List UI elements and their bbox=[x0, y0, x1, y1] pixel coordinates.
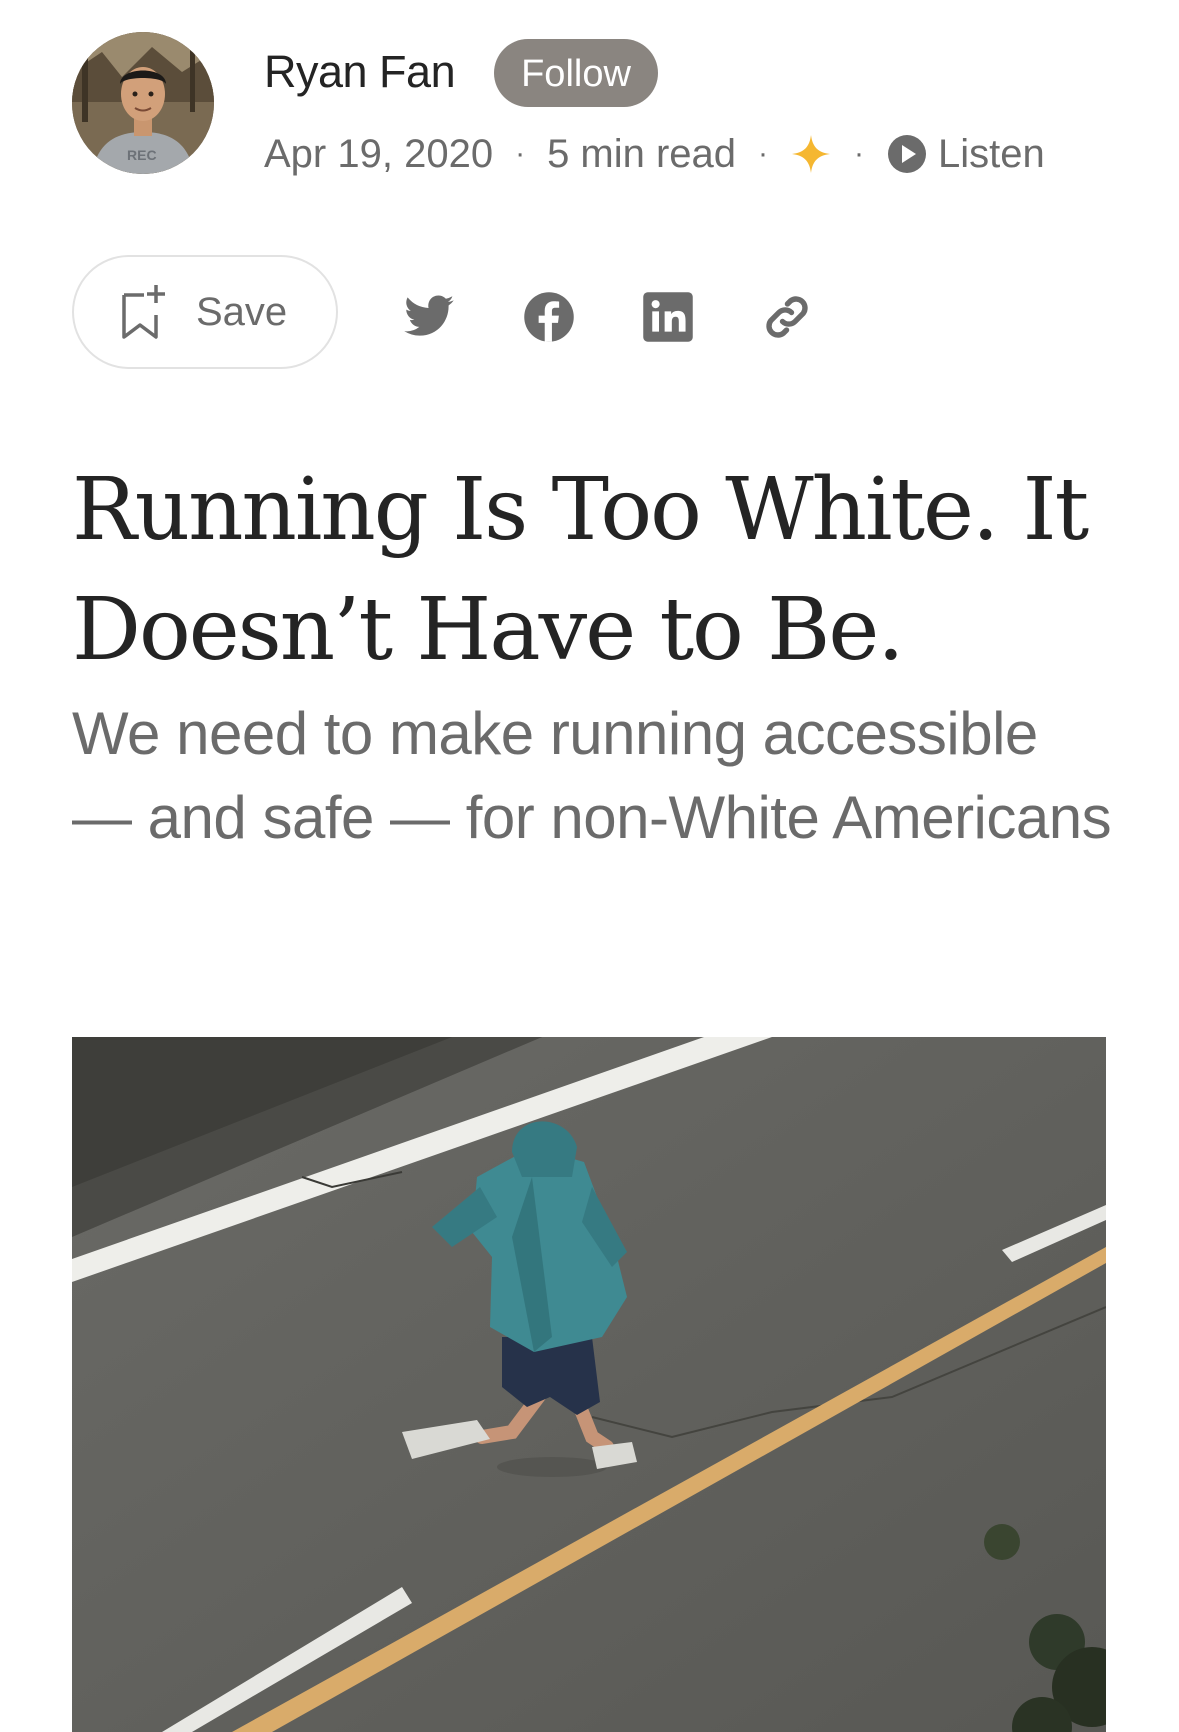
hero-image bbox=[72, 1037, 1106, 1732]
play-circle-icon bbox=[888, 135, 927, 173]
listen-label: Listen bbox=[938, 131, 1045, 176]
save-label: Save bbox=[196, 289, 288, 334]
svg-text:REC: REC bbox=[127, 147, 157, 163]
link-icon[interactable] bbox=[760, 290, 814, 344]
twitter-icon[interactable] bbox=[402, 290, 456, 344]
article-subtitle: We need to make running accessible — and… bbox=[72, 700, 1112, 851]
facebook-icon[interactable] bbox=[522, 290, 576, 344]
author-name[interactable]: Ryan Fan bbox=[264, 42, 456, 102]
save-button[interactable]: Save bbox=[72, 255, 338, 369]
article-meta: Apr 19, 2020 · 5 min read · · Listen bbox=[264, 124, 1045, 184]
meta-separator: · bbox=[515, 137, 526, 170]
linkedin-icon[interactable] bbox=[641, 290, 695, 344]
read-time: 5 min read bbox=[547, 131, 737, 176]
runner-photo bbox=[72, 1037, 1106, 1732]
article-title: Running Is Too White. It Doesn’t Have to… bbox=[72, 460, 1089, 680]
author-avatar[interactable]: REC bbox=[72, 32, 214, 174]
article-page: REC Ryan Fan Follow Apr 19, 2020 · 5 min… bbox=[0, 0, 1179, 1732]
follow-button[interactable]: Follow bbox=[494, 39, 658, 107]
member-star-icon bbox=[792, 135, 831, 173]
listen-button[interactable]: Listen bbox=[886, 132, 1045, 177]
avatar-photo: REC bbox=[72, 32, 214, 174]
bookmark-add-icon bbox=[122, 285, 165, 339]
publish-date: Apr 19, 2020 bbox=[264, 131, 494, 176]
meta-separator: · bbox=[758, 137, 769, 170]
meta-separator: · bbox=[854, 137, 865, 170]
